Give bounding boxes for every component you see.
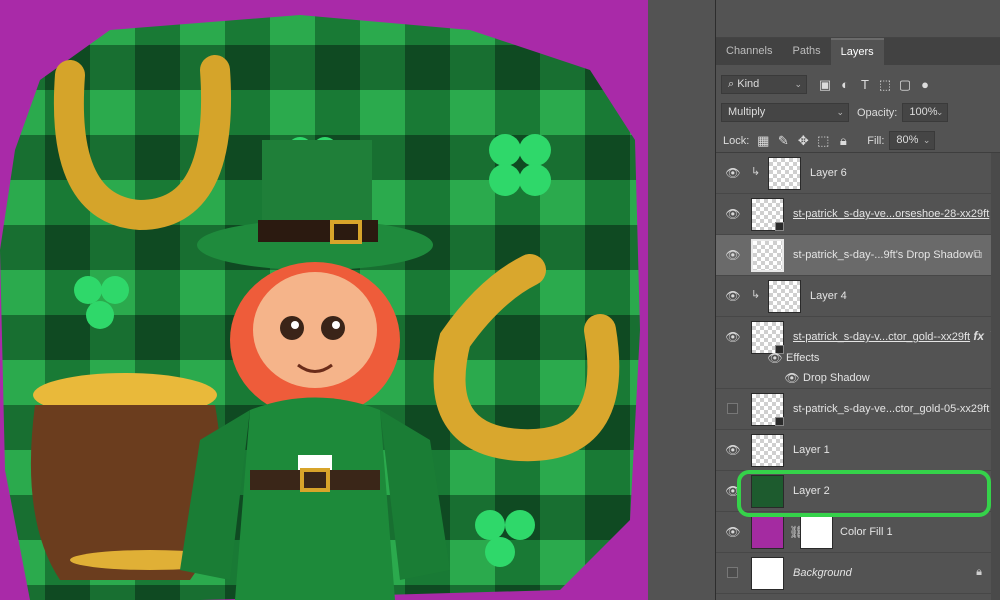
layer-name: Layer 6 [810, 167, 847, 179]
layer-name: Layer 1 [793, 444, 830, 456]
smart-object-icon [775, 222, 784, 231]
fill-field[interactable]: 80% ⌄ [889, 131, 936, 150]
opacity-value: 100% [909, 106, 938, 118]
layer-2-highlight-outline [737, 470, 991, 517]
chevron-down-icon: ⌄ [836, 107, 844, 117]
drop-shadow-label: Drop Shadow [803, 372, 870, 384]
filter-toggle-icon[interactable]: ● [915, 75, 935, 94]
blend-row: Multiply ⌄ Opacity: 100% ⌄ [716, 103, 1000, 122]
layer-thumbnail [751, 239, 784, 272]
search-icon: ⌕ [728, 78, 735, 90]
lock-position-icon[interactable]: ✥ [793, 131, 813, 150]
visibility-off-box[interactable] [727, 567, 738, 578]
panel-gutter [648, 0, 716, 600]
smart-filter-icon[interactable]: ⧉ [973, 247, 982, 262]
layer-name: Color Fill 1 [840, 526, 893, 538]
filter-adjustment-icon[interactable]: ◐ [835, 75, 855, 94]
lock-row: Lock: ▦ ✎ ✥ ⬚ 🔒︎ Fill: 80% ⌄ [716, 131, 1000, 150]
document-canvas[interactable] [0, 0, 648, 600]
layer-row[interactable]: Background 🔒︎ [716, 553, 1000, 594]
effects-label: Effects [786, 352, 820, 364]
layer-thumbnail [768, 157, 801, 190]
layer-name: Background [793, 567, 852, 579]
filter-type-icon[interactable]: T [855, 75, 875, 94]
filter-kind-label: Kind [737, 78, 760, 90]
eye-icon[interactable]: 👁︎ [724, 288, 742, 304]
drop-shadow-row[interactable]: 👁︎ Drop Shadow [716, 368, 1000, 389]
eye-icon[interactable]: 👁︎ [724, 524, 742, 540]
panel-header [716, 0, 1000, 38]
clipping-mask-icon: ↳ [751, 166, 761, 178]
lock-icon: 🔒︎ [976, 566, 982, 578]
fx-icon[interactable]: fx [973, 329, 984, 343]
visibility-off-box[interactable] [727, 403, 738, 414]
filter-pixel-icon[interactable]: ▣ [815, 75, 835, 94]
fill-label: Fill: [867, 134, 885, 147]
layer-name: Layer 4 [810, 290, 847, 302]
tab-channels[interactable]: Channels [716, 38, 782, 65]
opacity-label: Opacity: [857, 106, 898, 119]
artwork [0, 15, 640, 600]
layers-scrollbar[interactable] [991, 153, 1000, 600]
layer-row[interactable]: st-patrick_s-day-ve...ctor_gold-05-xx29f… [716, 389, 1000, 430]
tab-layers[interactable]: Layers [830, 38, 884, 65]
filter-shape-icon[interactable]: ⬚ [875, 75, 895, 94]
eye-icon[interactable]: 👁︎ [766, 350, 784, 366]
blend-mode-dropdown[interactable]: Multiply ⌄ [721, 103, 849, 122]
panel-tabs: Channels Paths Layers [716, 38, 1000, 65]
lock-all-icon[interactable]: 🔒︎ [833, 131, 853, 150]
chevron-down-icon: ⌄ [794, 79, 802, 89]
eye-icon[interactable]: 👁︎ [724, 206, 742, 222]
clipping-mask-icon: ↳ [751, 289, 761, 301]
fill-value: 80% [896, 134, 919, 146]
eye-icon[interactable]: 👁︎ [724, 329, 742, 345]
lock-transparent-icon[interactable]: ▦ [753, 131, 773, 150]
layer-row-selected[interactable]: 👁︎ st-patrick_s-day-...9ft's Drop Shadow… [716, 235, 1000, 276]
eye-icon[interactable]: 👁︎ [724, 247, 742, 263]
layers-list: 👁︎ ↳ Layer 6 👁︎ st-patrick_s-day-ve...or… [716, 153, 1000, 600]
layer-thumbnail [751, 434, 784, 467]
layer-name: st-patrick_s-day-ve...orseshoe-28-xx29ft [793, 208, 990, 220]
lock-label: Lock: [723, 134, 750, 147]
layer-row[interactable]: 👁︎ ↳ Layer 4 [716, 276, 1000, 317]
eye-icon[interactable]: 👁︎ [724, 442, 742, 458]
layer-row[interactable]: 👁︎ ↳ Layer 6 [716, 153, 1000, 194]
layer-name: st-patrick_s-day-...9ft's Drop Shadow [793, 249, 974, 261]
filter-row: ⌕ Kind ⌄ ▣ ◐ T ⬚ ▢ ● [716, 75, 1000, 94]
fill-color-thumbnail [751, 516, 784, 549]
layer-row[interactable]: 👁︎ ⛓︎ Color Fill 1 [716, 512, 1000, 553]
eye-icon[interactable]: 👁︎ [783, 370, 801, 386]
smart-object-icon [775, 417, 784, 426]
blend-mode-value: Multiply [728, 106, 766, 118]
filter-smart-object-icon[interactable]: ▢ [895, 75, 915, 94]
opacity-field[interactable]: 100% ⌄ [902, 103, 949, 122]
layer-name: st-patrick_s-day-ve...ctor_gold-05-xx29f… [793, 403, 990, 415]
layer-mask-thumbnail [800, 516, 833, 549]
lock-image-icon[interactable]: ✎ [773, 131, 793, 150]
layer-row[interactable]: 👁︎ st-patrick_s-day-ve...orseshoe-28-xx2… [716, 194, 1000, 235]
layer-thumbnail [751, 557, 784, 590]
chevron-down-icon: ⌄ [922, 135, 931, 145]
layer-thumbnail [768, 280, 801, 313]
lock-artboard-icon[interactable]: ⬚ [813, 131, 833, 150]
effects-row[interactable]: 👁︎ Effects [716, 348, 1000, 368]
layer-row[interactable]: 👁︎ Layer 1 [716, 430, 1000, 471]
eye-icon[interactable]: 👁︎ [724, 165, 742, 181]
chevron-down-icon: ⌄ [935, 107, 944, 117]
tab-paths[interactable]: Paths [782, 38, 830, 65]
filter-kind-dropdown[interactable]: ⌕ Kind ⌄ [721, 75, 807, 94]
